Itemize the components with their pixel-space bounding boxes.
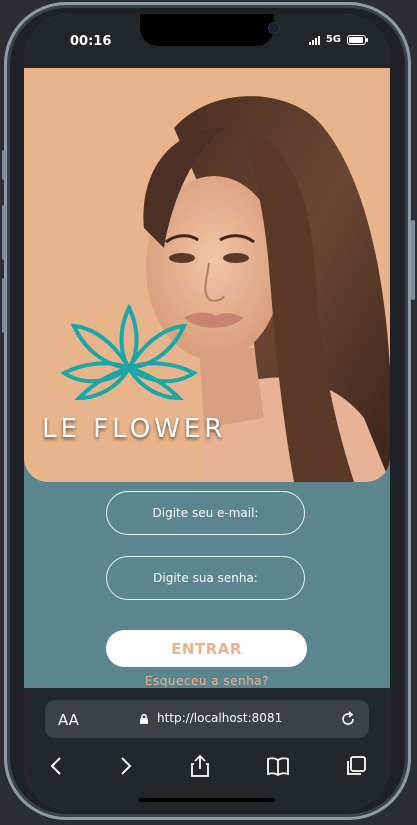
bookmarks-icon[interactable]: [262, 750, 294, 782]
share-icon[interactable]: [184, 750, 216, 782]
side-button: [2, 150, 6, 180]
text-size-button[interactable]: AA: [58, 711, 79, 729]
signal-icon: [308, 35, 320, 45]
status-indicators: 5G: [308, 34, 368, 45]
hero-image: LE FLOWER: [24, 68, 390, 482]
forward-icon[interactable]: [110, 750, 142, 782]
tabs-icon[interactable]: [340, 750, 372, 782]
forgot-password-link[interactable]: Esqueceu a senha?: [24, 674, 390, 688]
screen: 00:16 5G LE FLOWER Digite seu e-mail: Di…: [24, 14, 390, 810]
side-button: [2, 278, 6, 333]
status-bar: 00:16 5G: [24, 14, 390, 68]
status-time: 00:16: [70, 34, 112, 49]
phone-device: 00:16 5G LE FLOWER Digite seu e-mail: Di…: [0, 0, 417, 825]
url-text: http://localhost:8081: [157, 711, 283, 725]
back-icon[interactable]: [40, 750, 72, 782]
browser-nav: [24, 750, 390, 782]
lock-icon: [140, 713, 148, 724]
battery-icon: [347, 34, 368, 45]
dynamic-island: [140, 14, 280, 46]
address-bar[interactable]: AA http://localhost:8081: [45, 700, 369, 738]
camera-icon: [268, 22, 280, 34]
side-button: [2, 205, 6, 260]
email-field[interactable]: Digite seu e-mail:: [106, 491, 305, 535]
brand-name: LE FLOWER: [42, 414, 227, 444]
network-label: 5G: [325, 34, 341, 45]
password-field[interactable]: Digite sua senha:: [106, 556, 305, 600]
side-button: [411, 220, 415, 300]
browser-toolbar: AA http://localhost:8081: [24, 688, 390, 810]
reload-icon[interactable]: [339, 710, 357, 728]
home-indicator[interactable]: [139, 798, 275, 802]
login-button[interactable]: ENTRAR: [106, 630, 307, 667]
